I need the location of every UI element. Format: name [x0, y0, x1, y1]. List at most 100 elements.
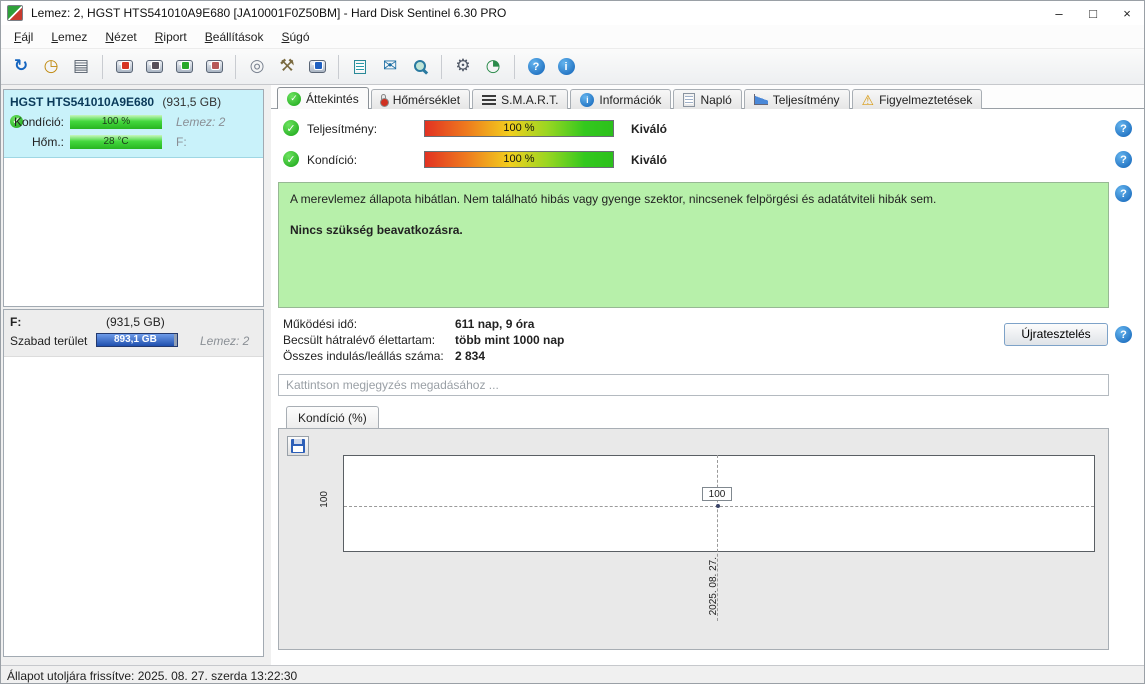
maximize-button[interactable]: □	[1076, 1, 1110, 25]
toolbar: ↻ ◷ ▤ ◎ ⚒ ✉ ⚙ ◔ ? i	[1, 49, 1144, 85]
window-title: Lemez: 2, HGST HTS541010A9E680 [JA10001F…	[31, 6, 507, 20]
tab-label: Napló	[700, 92, 732, 107]
check-circle-icon: ✓	[287, 91, 301, 106]
stat-row: Becsült hátralévő élettartam: több mint 1…	[283, 332, 564, 348]
stat-row: Működési idő: 611 nap, 9 óra	[283, 316, 564, 332]
stat-value: több mint 1000 nap	[455, 333, 565, 347]
tab-label: Információk	[599, 92, 662, 107]
performance-bar: 100 %	[424, 120, 614, 137]
disk-offline-button[interactable]	[200, 53, 228, 81]
help-icon[interactable]: ?	[1115, 151, 1132, 168]
tab-log[interactable]: Napló	[673, 89, 742, 109]
main-region: HGST HTS541010A9E680 (931,5 GB) ✓ Kondíc…	[1, 85, 1144, 665]
partition-free-row: Szabad terület 893,1 GB Lemez: 2	[8, 332, 259, 350]
cdrom-button[interactable]: ◎	[243, 53, 271, 81]
retest-button[interactable]: Újratesztelés	[1004, 323, 1108, 346]
condition-label: Kondíció:	[307, 153, 358, 167]
tab-label: Hőmérséklet	[392, 92, 461, 107]
email-icon: ✉	[382, 56, 398, 76]
surface-test-button[interactable]: ▤	[67, 53, 95, 81]
partition-list-panel: F: (931,5 GB) Szabad terület 893,1 GB Le…	[3, 309, 264, 657]
condition-bar: 100 %	[424, 151, 614, 168]
help-button[interactable]: ?	[522, 53, 550, 81]
disk-entry-selected[interactable]: HGST HTS541010A9E680 (931,5 GB) ✓ Kondíc…	[4, 90, 263, 158]
disk-test-start-button[interactable]	[110, 53, 138, 81]
help-icon[interactable]: ?	[1115, 326, 1132, 343]
condition-row: ✓ Kondíció: 100 % Kiváló ?	[271, 149, 1144, 171]
gauge-button[interactable]: ◔	[479, 53, 507, 81]
partition-entry[interactable]: F: (931,5 GB) Szabad terület 893,1 GB Le…	[4, 310, 263, 357]
refresh-icon: ↻	[13, 56, 29, 76]
app-icon	[7, 5, 23, 21]
status-message-box: A merevlemez állapota hibátlan. Nem talá…	[278, 182, 1109, 308]
tab-information[interactable]: i Információk	[570, 89, 672, 109]
info-button[interactable]: i	[552, 53, 580, 81]
tools-icon: ⚒	[279, 56, 295, 76]
close-button[interactable]: ×	[1110, 1, 1144, 25]
smart-bars-icon	[482, 94, 497, 105]
surface-icon: ▤	[72, 56, 90, 76]
window-controls: – □ ×	[1042, 1, 1144, 25]
menubar: Fájl Lemez Nézet Riport Beállítások Súgó	[1, 25, 1144, 49]
help-icon[interactable]: ?	[1115, 185, 1132, 202]
disk-eject-button[interactable]	[303, 53, 331, 81]
disk-list-panel: HGST HTS541010A9E680 (931,5 GB) ✓ Kondíc…	[3, 89, 264, 307]
partition-disk-label: Lemez: 2	[200, 334, 250, 348]
performance-ok-icon: ✓	[283, 120, 299, 136]
chart-icon	[753, 94, 768, 105]
email-report-button[interactable]: ✉	[376, 53, 404, 81]
gauge-icon: ◔	[485, 56, 501, 76]
tab-temperature[interactable]: Hőmérséklet	[370, 89, 471, 109]
condition-chart-panel: 100 100 2025. 08. 27.	[278, 428, 1109, 650]
tab-label: Teljesítmény	[772, 92, 840, 107]
disk-test-ok-button[interactable]	[170, 53, 198, 81]
settings-button[interactable]: ⚙	[449, 53, 477, 81]
save-chart-button[interactable]	[287, 436, 309, 456]
tab-label: Áttekintés	[306, 91, 359, 106]
disk-condition-row: ✓ Kondíció: 100 % Lemez: 2	[8, 113, 259, 133]
condition-rating: Kiváló	[631, 153, 668, 167]
disk-test-start-icon	[115, 60, 133, 73]
partition-name: F:	[10, 315, 22, 329]
toolbar-separator	[338, 54, 339, 79]
menu-file[interactable]: Fájl	[5, 27, 42, 47]
comment-input[interactable]	[278, 374, 1109, 396]
menu-settings[interactable]: Beállítások	[196, 27, 273, 47]
toolbar-separator	[514, 54, 515, 79]
titlebar: Lemez: 2, HGST HTS541010A9E680 [JA10001F…	[1, 1, 1144, 25]
help-icon[interactable]: ?	[1115, 120, 1132, 137]
scheduler-button[interactable]: ◷	[37, 53, 65, 81]
menu-view[interactable]: Nézet	[96, 27, 145, 47]
tab-smart[interactable]: S.M.A.R.T.	[472, 89, 569, 109]
disk-eject-icon	[308, 60, 326, 73]
menu-report[interactable]: Riport	[146, 27, 196, 47]
menu-disk[interactable]: Lemez	[42, 27, 96, 47]
stats-grid: Működési idő: 611 nap, 9 óra Becsült hátr…	[283, 316, 564, 364]
performance-row: ✓ Teljesítmény: 100 % Kiváló ?	[271, 118, 1144, 140]
minimize-button[interactable]: –	[1042, 1, 1076, 25]
tab-alerts[interactable]: ⚠ Figyelmeztetések	[851, 89, 983, 109]
network-search-button[interactable]	[406, 53, 434, 81]
disk-number-label: Lemez: 2	[176, 115, 226, 129]
stat-value: 611 nap, 9 óra	[455, 317, 535, 331]
tab-performance[interactable]: Teljesítmény	[743, 89, 850, 109]
tabstrip: ✓ Áttekintés Hőmérséklet S.M.A.R.T. i In…	[271, 85, 1144, 109]
stat-label: Összes indulás/leállás száma:	[283, 349, 444, 363]
clock-icon: ◷	[43, 56, 59, 76]
condition-chart-tab[interactable]: Kondíció (%)	[286, 406, 379, 428]
magnifier-icon	[413, 59, 428, 74]
stat-label: Becsült hátralévő élettartam:	[283, 333, 436, 347]
temp-value: 28 °C	[103, 136, 129, 147]
refresh-button[interactable]: ↻	[7, 53, 35, 81]
disk-size: (931,5 GB)	[162, 95, 222, 109]
document-icon	[683, 92, 696, 107]
disk-tools-button[interactable]: ⚒	[273, 53, 301, 81]
chart-point	[716, 504, 720, 508]
free-space-value: 893,1 GB	[97, 334, 174, 346]
stat-value: 2 834	[455, 349, 486, 363]
menu-help[interactable]: Súgó	[272, 27, 318, 47]
disk-test-stop-button[interactable]	[140, 53, 168, 81]
info-icon: i	[557, 58, 575, 75]
report-button[interactable]	[346, 53, 374, 81]
tab-overview[interactable]: ✓ Áttekintés	[277, 87, 369, 109]
